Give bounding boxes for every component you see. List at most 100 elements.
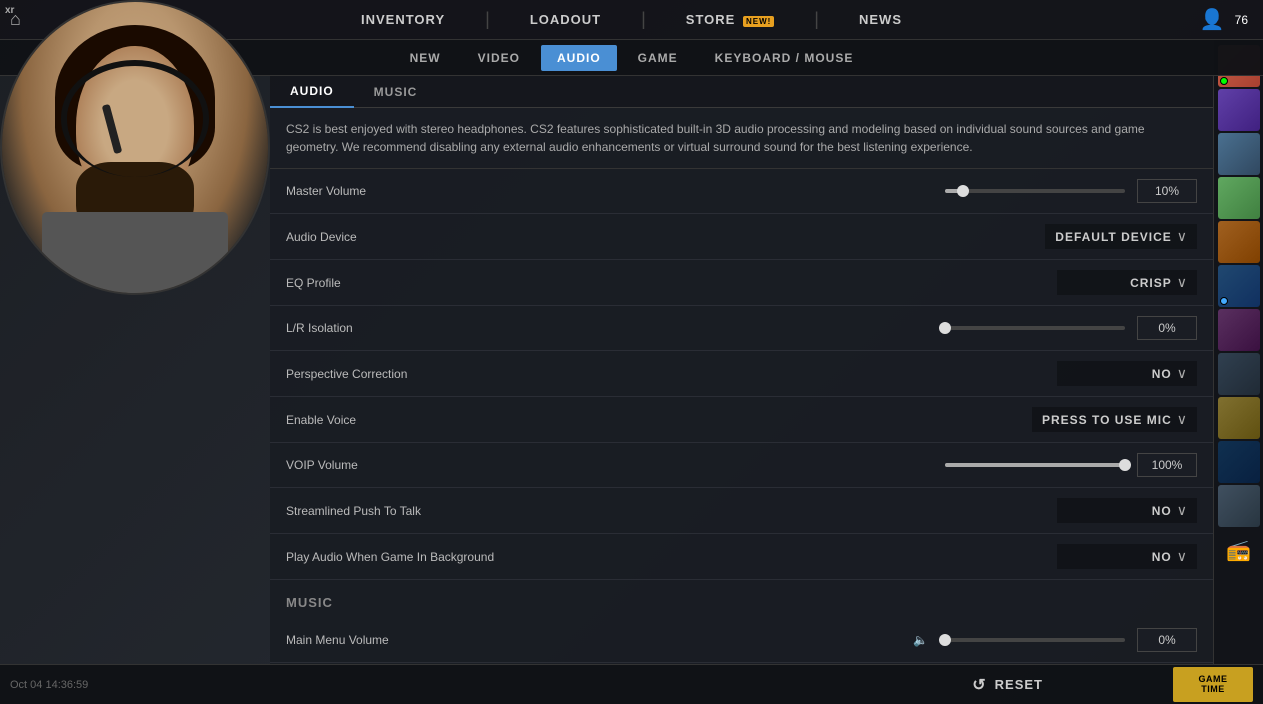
live-indicator-1 xyxy=(1220,77,1228,85)
xr-logo: xr xyxy=(5,5,14,16)
lr-isolation-slider-container[interactable] xyxy=(945,326,1125,330)
viewer-avatar-2[interactable] xyxy=(1218,89,1260,131)
setting-play-audio-background: Play Audio When Game In Background NO ∨ xyxy=(270,534,1213,580)
lr-isolation-thumb[interactable] xyxy=(939,322,951,334)
setting-audio-device: Audio Device DEFAULT DEVICE ∨ xyxy=(270,214,1213,260)
voip-volume-slider-container[interactable] xyxy=(945,463,1125,467)
eq-profile-dropdown[interactable]: CRISP ∨ xyxy=(1057,270,1197,295)
webcam-overlay xyxy=(0,0,270,295)
voip-volume-control: 100% xyxy=(945,453,1197,477)
enable-voice-value: PRESS TO USE MIC xyxy=(1042,413,1172,427)
streamlined-push-label: Streamlined Push To Talk xyxy=(286,504,1057,518)
audio-device-chevron: ∨ xyxy=(1177,228,1187,245)
tab-audio[interactable]: AUDIO xyxy=(270,76,354,108)
main-menu-track[interactable] xyxy=(945,638,1125,642)
brand-logo: GAME TIME xyxy=(1173,667,1253,702)
perspective-correction-label: Perspective Correction xyxy=(286,367,1057,381)
store-badge: NEW! xyxy=(743,16,774,27)
nav-right: 👤 76 xyxy=(1200,7,1248,32)
subnav-new[interactable]: NEW xyxy=(394,45,457,71)
master-volume-control: 10% xyxy=(945,179,1197,203)
setting-perspective-correction: Perspective Correction NO ∨ xyxy=(270,351,1213,397)
tab-music[interactable]: MUSIC xyxy=(354,77,438,107)
master-volume-slider-container[interactable] xyxy=(945,189,1125,193)
reset-icon: ↺ xyxy=(972,675,986,695)
headphone xyxy=(61,60,210,176)
user-count: 76 xyxy=(1235,13,1248,27)
nav-inventory[interactable]: INVENTORY xyxy=(351,7,455,32)
viewer-avatar-11[interactable] xyxy=(1218,485,1260,527)
viewer-avatar-3[interactable] xyxy=(1218,133,1260,175)
live-indicator-6 xyxy=(1220,297,1228,305)
play-audio-bg-dropdown[interactable]: NO ∨ xyxy=(1057,544,1197,569)
webcam-shirt xyxy=(42,212,228,295)
setting-eq-profile: EQ Profile CRISP ∨ xyxy=(270,260,1213,306)
audio-device-label: Audio Device xyxy=(286,230,1045,244)
viewer-avatar-10[interactable] xyxy=(1218,441,1260,483)
reset-button[interactable]: ↺ RESET xyxy=(972,675,1043,695)
viewer-avatar-4[interactable] xyxy=(1218,177,1260,219)
eq-profile-chevron: ∨ xyxy=(1177,274,1187,291)
master-volume-track[interactable] xyxy=(945,189,1125,193)
setting-enable-voice: Enable Voice PRESS TO USE MIC ∨ xyxy=(270,397,1213,443)
setting-voip-volume: VOIP Volume 100% xyxy=(270,443,1213,488)
nav-items: INVENTORY | LOADOUT | STORE NEW! | NEWS xyxy=(351,7,912,32)
master-volume-value: 10% xyxy=(1137,179,1197,203)
main-menu-volume-label: Main Menu Volume xyxy=(286,633,913,647)
subnav-audio[interactable]: AUDIO xyxy=(541,45,617,71)
nav-news[interactable]: NEWS xyxy=(849,7,912,32)
brand-line2: TIME xyxy=(1199,685,1228,695)
setting-main-menu-volume: Main Menu Volume 🔈 0% xyxy=(270,618,1213,663)
perspective-correction-chevron: ∨ xyxy=(1177,365,1187,382)
audio-device-value: DEFAULT DEVICE xyxy=(1055,230,1171,244)
webcam-person xyxy=(2,2,268,293)
viewer-avatar-7[interactable] xyxy=(1218,309,1260,351)
viewer-avatar-9[interactable] xyxy=(1218,397,1260,439)
lr-isolation-control: 0% xyxy=(945,316,1197,340)
voip-volume-label: VOIP Volume xyxy=(286,458,945,472)
sidebar-radio-btn[interactable]: 📻 xyxy=(1218,529,1260,571)
subnav-keyboard-mouse[interactable]: KEYBOARD / MOUSE xyxy=(699,45,870,71)
user-avatar-icon[interactable]: 👤 xyxy=(1200,7,1225,32)
main-menu-volume-control: 🔈 0% xyxy=(913,628,1197,652)
perspective-correction-dropdown[interactable]: NO ∨ xyxy=(1057,361,1197,386)
nav-sep-3: | xyxy=(814,9,819,30)
eq-profile-value: CRISP xyxy=(1130,276,1172,290)
setting-lr-isolation: L/R Isolation 0% xyxy=(270,306,1213,351)
subnav-video[interactable]: VIDEO xyxy=(462,45,536,71)
timestamp: Oct 04 14:36:59 xyxy=(10,679,88,691)
main-menu-volume-value: 0% xyxy=(1137,628,1197,652)
viewer-avatar-6[interactable] xyxy=(1218,265,1260,307)
lr-isolation-value: 0% xyxy=(1137,316,1197,340)
mute-icon-main[interactable]: 🔈 xyxy=(913,633,928,647)
enable-voice-dropdown[interactable]: PRESS TO USE MIC ∨ xyxy=(1032,407,1197,432)
voip-volume-fill xyxy=(945,463,1125,467)
streamlined-push-dropdown[interactable]: NO ∨ xyxy=(1057,498,1197,523)
audio-description: CS2 is best enjoyed with stereo headphon… xyxy=(270,108,1213,169)
streamlined-push-chevron: ∨ xyxy=(1177,502,1187,519)
main-menu-slider-container[interactable] xyxy=(945,638,1125,642)
viewer-avatar-8[interactable] xyxy=(1218,353,1260,395)
lr-isolation-track[interactable] xyxy=(945,326,1125,330)
nav-sep-1: | xyxy=(485,9,490,30)
nav-store[interactable]: STORE NEW! xyxy=(676,7,785,32)
setting-master-volume: Master Volume 10% xyxy=(270,169,1213,214)
play-audio-bg-chevron: ∨ xyxy=(1177,548,1187,565)
play-audio-bg-value: NO xyxy=(1152,550,1172,564)
main-menu-thumb[interactable] xyxy=(939,634,951,646)
settings-tabs: AUDIO MUSIC xyxy=(270,76,1213,108)
master-volume-label: Master Volume xyxy=(286,184,945,198)
enable-voice-label: Enable Voice xyxy=(286,413,1032,427)
master-volume-thumb[interactable] xyxy=(957,185,969,197)
viewer-avatar-5[interactable] xyxy=(1218,221,1260,263)
lr-isolation-label: L/R Isolation xyxy=(286,321,945,335)
voip-volume-thumb[interactable] xyxy=(1119,459,1131,471)
audio-device-dropdown[interactable]: DEFAULT DEVICE ∨ xyxy=(1045,224,1197,249)
nav-loadout[interactable]: LOADOUT xyxy=(520,7,611,32)
perspective-correction-value: NO xyxy=(1152,367,1172,381)
reset-label: RESET xyxy=(995,677,1043,692)
voip-volume-track[interactable] xyxy=(945,463,1125,467)
enable-voice-chevron: ∨ xyxy=(1177,411,1187,428)
subnav-game[interactable]: GAME xyxy=(622,45,694,71)
settings-content: CS2 is best enjoyed with stereo headphon… xyxy=(270,108,1213,664)
